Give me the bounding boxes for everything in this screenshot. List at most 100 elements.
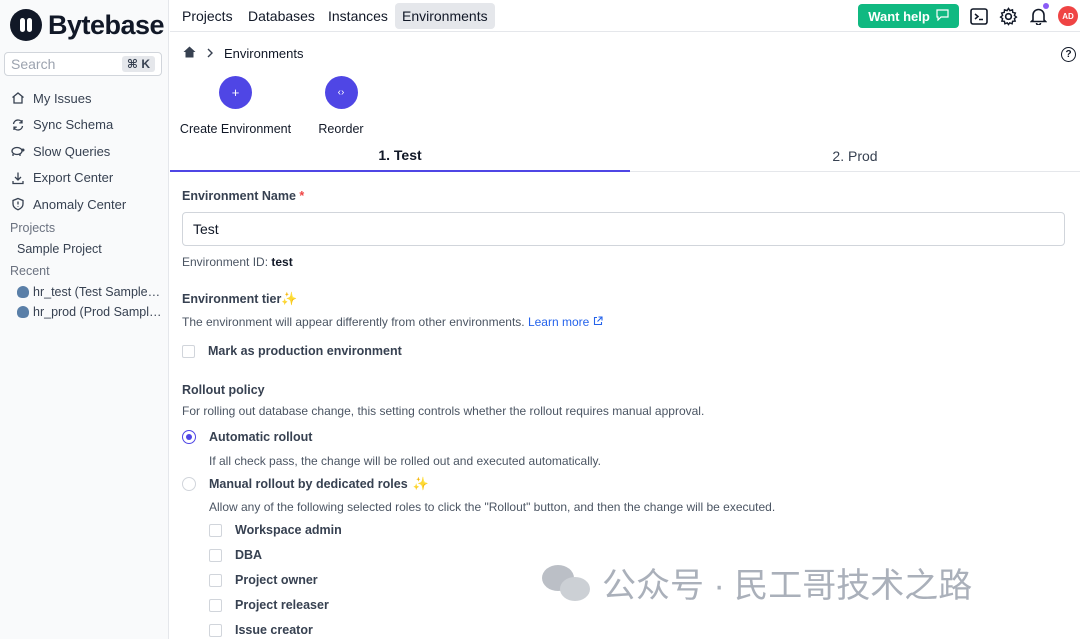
chevron-right-icon [206, 46, 214, 61]
sidebar-project-sample[interactable]: Sample Project [17, 242, 102, 256]
id-label: Environment ID: [182, 255, 269, 269]
checkbox-label: Project owner [235, 573, 318, 587]
recent-heading: Recent [10, 264, 50, 278]
production-checkbox[interactable]: Mark as production environment [182, 344, 402, 358]
tier-description: The environment will appear differently … [182, 315, 603, 329]
tab-env-prod[interactable]: 2. Prod [630, 140, 1080, 172]
brand-logo[interactable]: Bytebase [10, 9, 165, 41]
checkbox-box[interactable] [209, 523, 222, 537]
recent-item-label: hr_prod (Prod Sample Project) [33, 305, 162, 319]
sidebar: Bytebase ⌘ K My Issues Sync Schema Slow … [0, 0, 169, 639]
checkbox-box[interactable] [209, 623, 222, 637]
role-checkbox-project-releaser[interactable]: Project releaser [209, 598, 329, 612]
auto-rollout-description: If all check pass, the change will be ro… [209, 454, 602, 468]
reorder-button[interactable]: ‹› Reorder [318, 76, 364, 136]
sidebar-item-label: Export Center [33, 170, 114, 186]
role-checkbox-workspace-admin[interactable]: Workspace admin [209, 523, 342, 537]
checkbox-label: Mark as production environment [208, 344, 402, 358]
watermark-text: 公众号 · 民工哥技术之路 [602, 567, 973, 605]
environment-name-input[interactable] [182, 212, 1065, 246]
checkbox-box[interactable] [209, 598, 222, 612]
radio-selected[interactable] [182, 430, 196, 444]
sidebar-item-label: Sync Schema [33, 117, 114, 133]
search-box[interactable]: ⌘ K [4, 52, 162, 76]
avatar[interactable]: AD [1058, 6, 1078, 26]
tab-environments[interactable]: Environments [395, 3, 495, 29]
brand-name: Bytebase [48, 9, 165, 40]
code-arrows-icon: ‹› [324, 76, 358, 109]
tab-instances[interactable]: Instances [321, 3, 395, 29]
watermark: 公众号 · 民工哥技术之路 [542, 558, 972, 607]
sidebar-item-label: Anomaly Center [33, 196, 127, 212]
sidebar-item-slow-queries[interactable]: Slow Queries [10, 138, 160, 165]
role-checkbox-issue-creator[interactable]: Issue creator [209, 623, 313, 637]
help-icon[interactable]: ? [1061, 47, 1076, 62]
checkbox-label: Project releaser [235, 598, 329, 612]
checkbox-box[interactable] [182, 344, 195, 358]
want-help-button[interactable]: Want help [858, 4, 959, 28]
action-label: Reorder [318, 122, 364, 136]
chat-icon [936, 8, 949, 24]
home-icon [10, 91, 25, 106]
radio-label: Manual rollout by dedicated roles [209, 477, 408, 491]
manual-rollout-radio[interactable]: Manual rollout by dedicated roles ✨ [182, 476, 429, 492]
sidebar-nav: My Issues Sync Schema Slow Queries Expor… [10, 85, 160, 218]
home-icon[interactable] [183, 46, 196, 61]
sidebar-item-label: Slow Queries [33, 143, 111, 159]
create-environment-button[interactable]: + Create Environment [180, 76, 291, 136]
learn-more-link[interactable]: Learn more [528, 315, 603, 329]
download-icon [10, 170, 25, 185]
sidebar-item-anomaly-center[interactable]: Anomaly Center [10, 191, 160, 218]
id-value: test [271, 255, 293, 269]
gear-icon[interactable] [997, 5, 1019, 27]
recent-item-hr-test[interactable]: hr_test (Test Sample Project) [17, 285, 162, 299]
help-label: Want help [868, 8, 930, 24]
search-input[interactable] [11, 56, 121, 72]
sparkle-icon: ✨ [281, 291, 298, 306]
environment-tabs: 1. Test 2. Prod [170, 140, 1080, 172]
checkbox-box[interactable] [209, 548, 222, 562]
plus-icon: + [219, 76, 252, 109]
role-checkbox-project-owner[interactable]: Project owner [209, 573, 318, 587]
tier-desc-text: The environment will appear differently … [182, 315, 525, 329]
recent-item-hr-prod[interactable]: hr_prod (Prod Sample Project) [17, 305, 162, 319]
required-mark: * [299, 189, 305, 203]
bytebase-logo-icon [10, 9, 42, 41]
environment-name-label: Environment Name * [182, 189, 304, 203]
action-label: Create Environment [179, 122, 292, 136]
sidebar-item-label: My Issues [33, 90, 92, 106]
environment-tier-label: Environment tier✨ [182, 291, 298, 307]
sidebar-item-my-issues[interactable]: My Issues [10, 85, 160, 112]
rollout-policy-label: Rollout policy [182, 383, 265, 397]
checkbox-label: DBA [235, 548, 263, 562]
rollout-description: For rolling out database change, this se… [182, 404, 705, 418]
tab-projects[interactable]: Projects [175, 3, 240, 29]
postgres-icon [17, 286, 29, 298]
recent-item-label: hr_test (Test Sample Project) [33, 285, 162, 299]
label-text: Environment tier [182, 292, 282, 306]
wechat-icon [542, 563, 590, 603]
checkbox-label: Issue creator [235, 623, 313, 637]
top-nav: Projects Databases Instances Environment… [170, 0, 1080, 32]
checkbox-box[interactable] [209, 573, 222, 587]
checkbox-label: Workspace admin [235, 523, 342, 537]
breadcrumb: Environments [183, 46, 303, 61]
sidebar-item-sync-schema[interactable]: Sync Schema [10, 112, 160, 139]
projects-heading: Projects [10, 221, 56, 235]
sidebar-item-export-center[interactable]: Export Center [10, 165, 160, 192]
terminal-icon[interactable] [968, 5, 990, 27]
tab-env-test[interactable]: 1. Test [170, 140, 630, 172]
postgres-icon [17, 306, 29, 318]
sync-icon [10, 117, 25, 132]
turtle-icon [10, 144, 25, 159]
manual-rollout-description: Allow any of the following selected role… [209, 500, 776, 514]
role-checkbox-dba[interactable]: DBA [209, 548, 262, 562]
tab-databases[interactable]: Databases [241, 3, 322, 29]
shield-icon [10, 197, 25, 212]
environment-id: Environment ID: test [182, 255, 293, 269]
label-text: Environment Name [182, 189, 296, 203]
automatic-rollout-radio[interactable]: Automatic rollout [182, 430, 312, 444]
radio-unselected[interactable] [182, 477, 196, 491]
external-link-icon [593, 316, 603, 326]
sparkle-icon: ✨ [412, 476, 429, 491]
